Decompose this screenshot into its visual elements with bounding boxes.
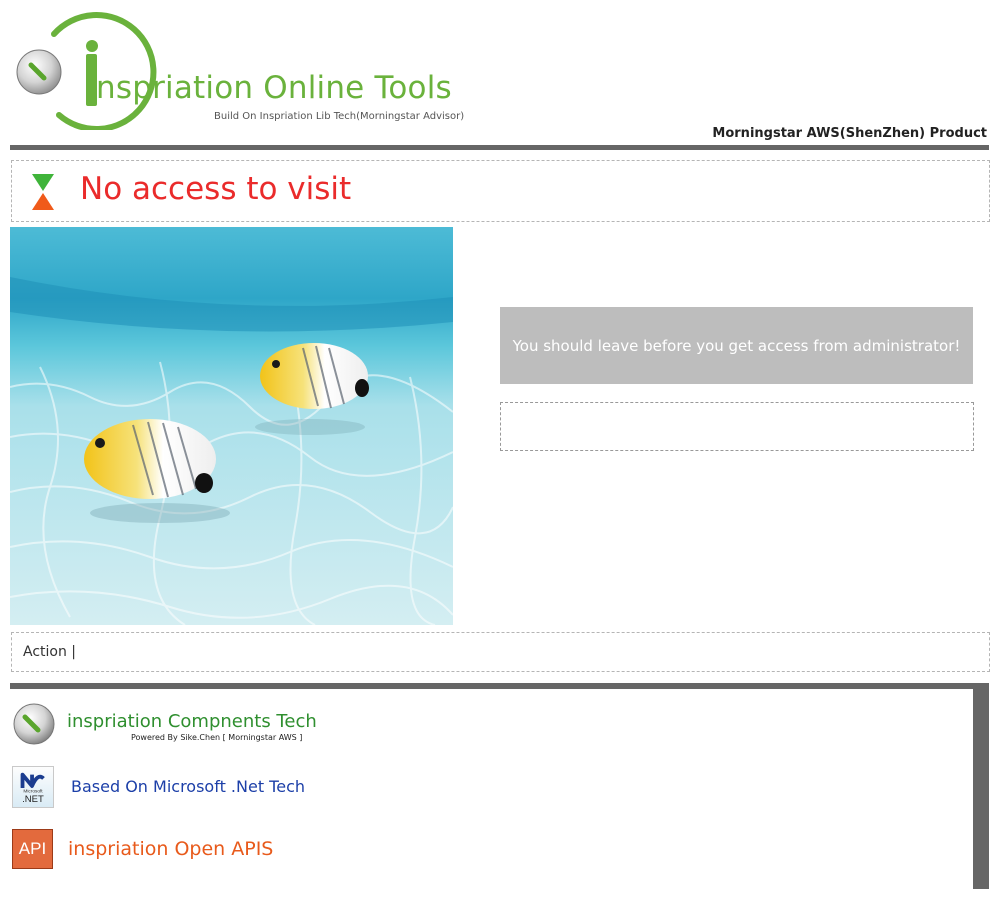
header-divider (10, 145, 989, 150)
footer-components-label[interactable]: inspriation Compnents Tech (67, 711, 317, 732)
message-detail-box (500, 402, 974, 451)
action-label: Action | (23, 644, 77, 660)
notice-title-panel: No access to visit (11, 160, 990, 222)
brand-title: nspriation Online Tools (96, 70, 452, 106)
product-label: Morningstar AWS(ShenZhen) Product (712, 126, 987, 141)
footer-divider (10, 683, 989, 689)
api-icon: API (12, 829, 53, 869)
footer-powered-by: Powered By Sike.Chen [ Morningstar AWS ] (131, 733, 303, 742)
footer-side-divider (973, 683, 989, 889)
brand-subtitle: Build On Inspriation Lib Tech(Morningsta… (214, 111, 465, 122)
underwater-fish-image (10, 227, 453, 625)
fish-left (84, 419, 216, 499)
footer-api-label[interactable]: inspriation Open APIS (68, 838, 273, 860)
action-bar: Action | (11, 632, 990, 672)
svg-text:.NET: .NET (22, 794, 44, 805)
access-message: You should leave before you get access f… (500, 307, 973, 384)
hourglass-icon (32, 174, 54, 210)
inspiration-logo-icon (13, 703, 55, 745)
footer-dotnet-label[interactable]: Based On Microsoft .Net Tech (71, 777, 305, 796)
notice-title: No access to visit (80, 171, 352, 207)
dotnet-icon: Microsoft .NET (12, 766, 54, 808)
